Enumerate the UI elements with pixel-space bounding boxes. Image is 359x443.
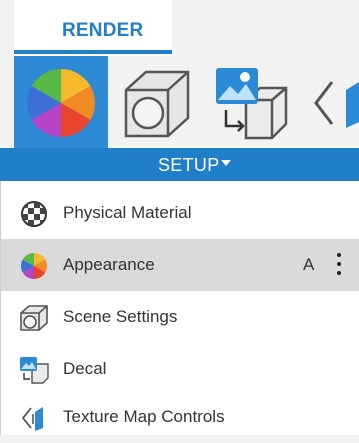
appearance-tool-button[interactable] [14, 56, 108, 148]
setup-dropdown-button[interactable]: SETUP [0, 148, 359, 181]
color-wheel-icon [27, 69, 95, 137]
texture-map-icon [314, 81, 359, 128]
setup-label: SETUP [158, 155, 220, 175]
more-options-icon[interactable] [335, 251, 343, 279]
menu-item-appearance[interactable]: Appearance A [1, 239, 359, 291]
color-wheel-icon [19, 252, 49, 280]
menu-item-texture-map-controls[interactable]: Texture Map Controls [1, 391, 359, 443]
workspace-tab-render[interactable]: RENDER [14, 0, 172, 56]
material-sphere-icon [19, 200, 49, 228]
workspace-tab-indicator [14, 50, 172, 54]
menu-item-label: Physical Material [63, 203, 192, 222]
render-toolbar [0, 56, 359, 148]
menu-item-physical-material[interactable]: Physical Material [1, 187, 359, 239]
decal-tool-button[interactable] [208, 56, 292, 148]
keyboard-shortcut: A [303, 255, 315, 274]
texture-map-tool-button[interactable] [300, 56, 359, 148]
menu-item-label: Scene Settings [63, 307, 178, 326]
scene-settings-icon [124, 70, 190, 138]
scene-settings-tool-button[interactable] [114, 56, 198, 148]
texture-map-icon [19, 404, 49, 432]
workspace-tab-label: RENDER [62, 20, 144, 41]
caret-down-icon [221, 160, 231, 166]
menu-item-scene-settings[interactable]: Scene Settings [1, 291, 359, 343]
setup-menu: Physical Material Appearance A Scene Set… [0, 181, 359, 435]
menu-item-label: Appearance [63, 255, 155, 274]
menu-item-label: Decal [63, 359, 107, 378]
menu-item-decal[interactable]: Decal [1, 343, 359, 395]
decal-icon [19, 356, 49, 384]
menu-item-label: Texture Map Controls [63, 407, 225, 426]
scene-settings-icon [19, 304, 49, 332]
decal-icon [216, 68, 288, 140]
